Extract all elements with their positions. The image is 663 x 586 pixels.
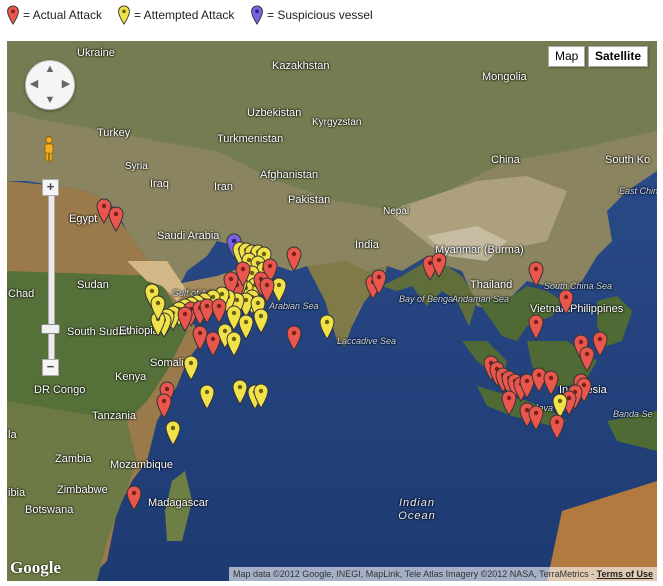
label-tanzania: Tanzania	[92, 410, 137, 422]
zoom-slider-thumb[interactable]	[41, 324, 60, 334]
label-botswana: Botswana	[25, 504, 74, 516]
label-indian-ocean: Indian Ocean	[398, 497, 436, 522]
actual-marker-icon[interactable]	[205, 331, 221, 358]
label-namibia: ibia	[8, 487, 26, 499]
label-iraq: Iraq	[150, 178, 169, 190]
label-sudan: Sudan	[77, 279, 109, 291]
actual-marker-icon[interactable]	[558, 289, 574, 316]
label-nepal: Nepal	[383, 206, 410, 217]
label-egypt: Egypt	[69, 213, 98, 225]
label-philippines: Philippines	[570, 303, 624, 315]
label-turkmenistan: Turkmenistan	[217, 133, 284, 145]
pan-up-icon[interactable]: ▲	[44, 64, 56, 76]
actual-marker-icon[interactable]	[528, 314, 544, 340]
pan-right-icon[interactable]: ▶	[60, 79, 72, 91]
attempted-marker-icon[interactable]	[183, 355, 199, 382]
attempted-marker-icon[interactable]	[165, 420, 181, 446]
label-kenya: Kenya	[115, 371, 147, 383]
actual-marker-icon[interactable]	[371, 269, 387, 295]
actual-marker-icon[interactable]	[108, 206, 124, 233]
label-mozambique: Mozambique	[110, 459, 173, 471]
attempted-marker-icon[interactable]	[232, 379, 248, 405]
label-thailand: Thailand	[470, 279, 513, 291]
label-china: China	[491, 154, 520, 166]
pan-left-icon[interactable]: ◀	[28, 79, 40, 91]
label-zimbabwe: Zimbabwe	[57, 484, 108, 496]
legend-actual: = Actual Attack	[6, 5, 102, 25]
label-andaman-sea: Andaman Sea	[452, 294, 510, 304]
label-saudi-arabia: Saudi Arabia	[157, 230, 220, 242]
zoom-slider-track[interactable]	[48, 191, 55, 363]
legend-attempted: = Attempted Attack	[117, 5, 234, 25]
actual-marker-icon[interactable]	[126, 485, 142, 512]
actual-marker-icon[interactable]	[431, 252, 447, 278]
legend-actual-label: = Actual Attack	[23, 8, 103, 22]
actual-marker-icon[interactable]	[579, 346, 595, 373]
legend-suspicious: = Suspicious vessel	[250, 5, 373, 25]
legend-suspicious-label: = Suspicious vessel	[267, 8, 373, 22]
attempted-marker-icon[interactable]	[319, 314, 335, 340]
legend-attempted-label: = Attempted Attack	[134, 8, 235, 22]
map-canvas[interactable]: Ukraine Kazakhstan Mongolia Uzbekistan K…	[7, 41, 657, 581]
label-east-china-sea: East China Sea	[619, 186, 657, 196]
red-pin-icon	[7, 5, 19, 25]
label-angola: la	[8, 429, 17, 441]
label-pakistan: Pakistan	[288, 194, 331, 206]
zoom-out-button[interactable]: −	[42, 359, 59, 376]
attempted-marker-icon[interactable]	[253, 308, 269, 334]
label-south-china-sea: South China Sea	[544, 281, 613, 291]
google-logo: Google	[10, 558, 61, 577]
attribution-text: Map data ©2012 Google, INEGI, MapLink, T…	[233, 569, 597, 579]
label-mongolia: Mongolia	[482, 71, 527, 83]
pan-control[interactable]: ▲ ▼ ◀ ▶	[25, 60, 75, 110]
actual-marker-icon[interactable]	[501, 390, 517, 417]
label-madagascar: Madagascar	[148, 497, 209, 509]
terms-of-use-link[interactable]: Terms of Use	[597, 569, 653, 579]
actual-marker-icon[interactable]	[286, 325, 302, 352]
label-zambia: Zambia	[55, 453, 92, 465]
actual-marker-icon[interactable]	[177, 306, 193, 332]
yellow-pin-icon	[118, 5, 130, 25]
label-myanmar: Myanmar (Burma)	[435, 244, 524, 256]
map-type-map-button[interactable]: Map	[548, 46, 586, 67]
map-type-satellite-button[interactable]: Satellite	[588, 46, 649, 67]
actual-marker-icon[interactable]	[286, 246, 302, 272]
purple-pin-icon	[251, 5, 263, 25]
label-chad: Chad	[8, 288, 35, 300]
actual-marker-icon[interactable]	[528, 405, 544, 431]
label-uzbekistan: Uzbekistan	[247, 107, 302, 119]
actual-marker-icon[interactable]	[235, 261, 251, 288]
label-india: India	[355, 239, 379, 251]
attempted-marker-icon[interactable]	[150, 295, 166, 322]
label-kazakhstan: Kazakhstan	[272, 60, 330, 72]
attempted-marker-icon[interactable]	[253, 383, 269, 409]
label-iran: Iran	[214, 181, 233, 193]
label-afghanistan: Afghanistan	[260, 169, 319, 181]
label-banda-sea: Banda Se	[613, 409, 653, 419]
label-syria: Syria	[125, 161, 148, 172]
zoom-in-button[interactable]: +	[42, 179, 59, 196]
actual-marker-icon[interactable]	[549, 414, 565, 440]
map-legend: = Actual Attack = Attempted Attack = Sus…	[0, 0, 663, 32]
attempted-marker-icon[interactable]	[199, 384, 215, 411]
map-attribution: Map data ©2012 Google, INEGI, MapLink, T…	[229, 567, 657, 581]
label-turkey: Turkey	[97, 127, 131, 139]
label-ukraine: Ukraine	[77, 47, 115, 59]
label-south-korea: South Ko	[605, 154, 651, 166]
attempted-marker-icon[interactable]	[226, 331, 242, 358]
pegman-icon[interactable]	[43, 136, 55, 162]
label-bay-of-bengal: Bay of Bengal	[399, 294, 456, 304]
actual-marker-icon[interactable]	[543, 370, 559, 396]
actual-marker-icon[interactable]	[211, 298, 227, 325]
label-dr-congo: DR Congo	[34, 384, 86, 396]
label-kyrgyzstan: Kyrgyzstan	[312, 117, 362, 128]
label-laccadive-sea: Laccadive Sea	[337, 336, 397, 346]
pan-down-icon[interactable]: ▼	[44, 95, 56, 107]
actual-marker-icon[interactable]	[528, 261, 544, 288]
actual-marker-icon[interactable]	[156, 393, 172, 420]
